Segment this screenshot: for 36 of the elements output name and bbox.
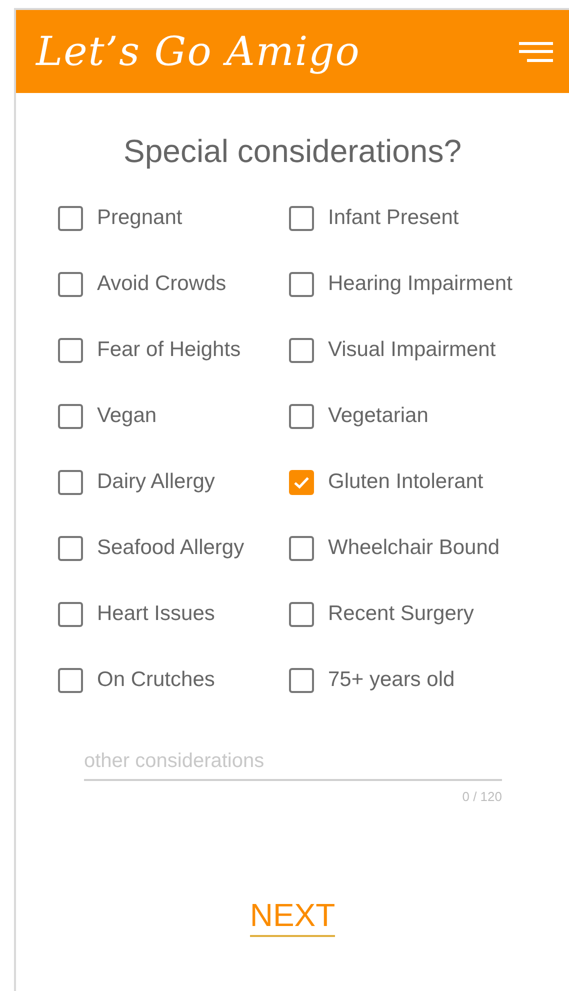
app-title: Let’s Go Amigo xyxy=(36,32,360,72)
option-checkbox[interactable]: Avoid Crowds xyxy=(58,267,289,301)
checkbox-icon[interactable] xyxy=(58,470,83,494)
checkbox-icon[interactable] xyxy=(58,668,83,692)
option-checkbox[interactable]: On Crutches xyxy=(58,663,289,697)
checkbox-icon[interactable] xyxy=(58,536,83,560)
option-checkbox[interactable]: Hearing Impairment xyxy=(289,267,529,301)
checkbox-icon[interactable] xyxy=(289,602,314,626)
character-counter: 0 / 120 xyxy=(462,788,502,806)
checked-box-icon[interactable] xyxy=(289,470,314,494)
option-checkbox[interactable]: Heart Issues xyxy=(58,597,289,631)
checkbox-icon[interactable] xyxy=(289,536,314,560)
option-checkbox[interactable]: Dairy Allergy xyxy=(58,465,289,499)
checkbox-icon[interactable] xyxy=(58,404,83,428)
option-checkbox[interactable]: Infant Present xyxy=(289,201,529,235)
option-checkbox[interactable]: 75+ years old xyxy=(289,663,529,697)
checkbox-icon[interactable] xyxy=(289,668,314,692)
option-checkbox[interactable]: Gluten Intolerant xyxy=(289,465,529,499)
checkbox-icon[interactable] xyxy=(58,602,83,626)
checkbox-icon[interactable] xyxy=(58,272,83,296)
option-checkbox[interactable]: Vegetarian xyxy=(289,399,529,433)
page-heading: Special considerations? xyxy=(124,135,462,167)
checkbox-icon[interactable] xyxy=(58,206,83,230)
option-checkbox[interactable]: Recent Surgery xyxy=(289,597,529,631)
checkbox-icon[interactable] xyxy=(289,272,314,296)
option-checkbox[interactable]: Visual Impairment xyxy=(289,333,529,367)
menu-icon[interactable] xyxy=(517,40,553,64)
option-checkbox[interactable]: Pregnant xyxy=(58,201,289,235)
option-checkbox[interactable]: Vegan xyxy=(58,399,289,433)
checkbox-icon[interactable] xyxy=(289,404,314,428)
checkbox-icon[interactable] xyxy=(289,338,314,362)
option-checkbox[interactable]: Fear of Heights xyxy=(58,333,289,367)
checkbox-icon[interactable] xyxy=(289,206,314,230)
option-checkbox[interactable]: Seafood Allergy xyxy=(58,531,289,565)
option-checkbox[interactable]: Wheelchair Bound xyxy=(289,531,529,565)
checkbox-icon[interactable] xyxy=(58,338,83,362)
